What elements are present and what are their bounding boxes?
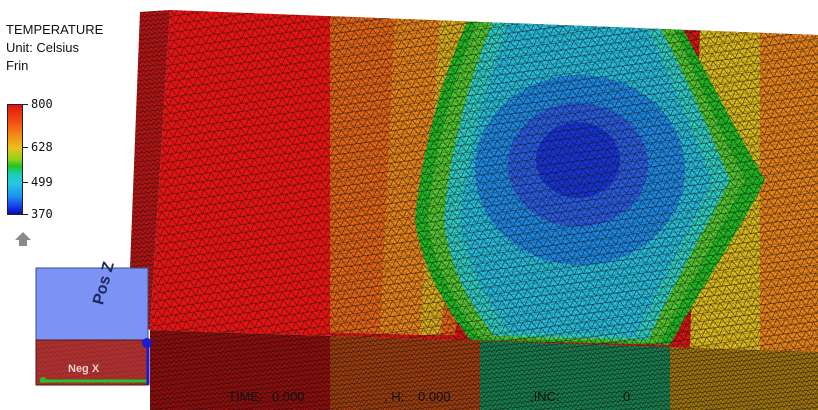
h-label: , H: bbox=[384, 389, 405, 404]
legend-subtitle: Frin bbox=[6, 58, 29, 73]
inc-value: 0 bbox=[623, 389, 631, 404]
h-value: 0.000 bbox=[418, 389, 451, 404]
legend-tick bbox=[23, 214, 28, 215]
legend-color-bar bbox=[7, 104, 23, 215]
view-cube-y-handle[interactable] bbox=[40, 377, 46, 383]
mesh-plot[interactable]: Pos Z Neg X bbox=[0, 0, 818, 410]
view-cube-icon[interactable]: Pos Z Neg X bbox=[35, 260, 152, 386]
legend-tick-label: 499 bbox=[31, 175, 53, 189]
view-cube-z-handle[interactable] bbox=[142, 338, 152, 348]
legend-title: TEMPERATURE bbox=[6, 22, 104, 37]
status-bar: TIME: 0.000 , H: 0.000 ,INC: 0 bbox=[0, 389, 818, 409]
legend-tick bbox=[23, 147, 28, 148]
time-value: 0.000 bbox=[272, 389, 305, 404]
viewport-3d[interactable]: Pos Z Neg X TEMPERATURE Unit: Celsius Fr… bbox=[0, 0, 818, 410]
legend-tick-label: 800 bbox=[31, 97, 53, 111]
legend-tick-label: 628 bbox=[31, 140, 53, 154]
up-arrow-icon[interactable] bbox=[15, 232, 31, 240]
up-arrow-icon-stem bbox=[19, 240, 27, 246]
inc-label: ,INC: bbox=[530, 389, 560, 404]
legend-tick-label: 370 bbox=[31, 207, 53, 221]
legend-unit: Unit: Celsius bbox=[6, 40, 79, 55]
legend-tick bbox=[23, 104, 28, 105]
time-label: TIME: bbox=[228, 389, 263, 404]
legend-tick bbox=[23, 182, 28, 183]
view-cube-front-label: Neg X bbox=[68, 363, 100, 375]
